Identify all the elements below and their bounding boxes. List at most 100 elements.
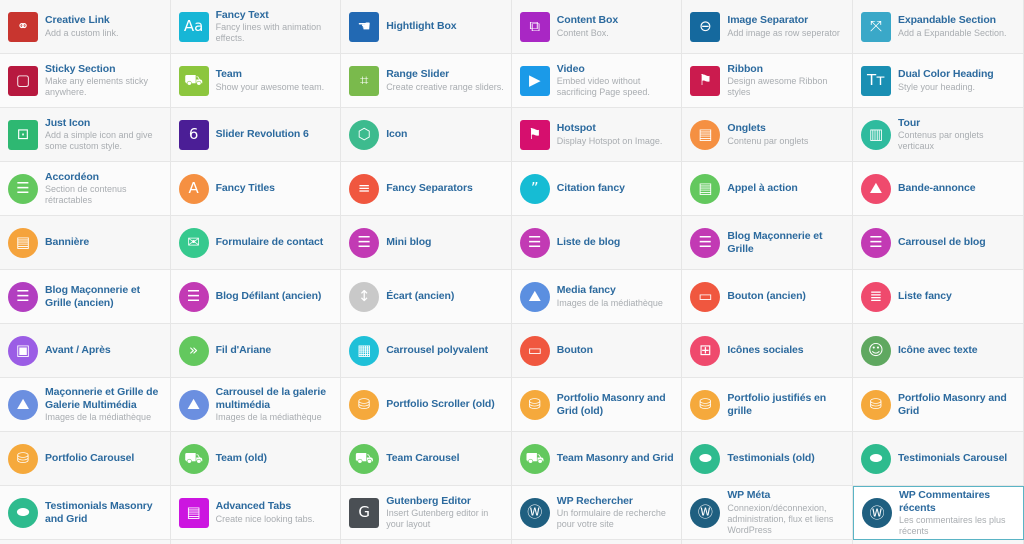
element-card-title: Portfolio Masonry and Grid (old) <box>556 392 666 417</box>
element-card[interactable]: ⛰ Bande-annonce <box>852 162 1024 216</box>
element-card[interactable]: ⛁ Portfolio Scroller (old) <box>341 378 512 432</box>
element-card[interactable]: ” Citation fancy <box>511 162 683 216</box>
element-card[interactable]: ≡ Fancy Separators <box>341 162 512 216</box>
element-card-text: Testimonials Masonry and Grid <box>45 500 164 525</box>
element-card-title: Blog Défilant (ancien) <box>215 290 322 303</box>
element-card[interactable]: Tᴛ Dual Color Heading Style your heading. <box>852 54 1024 108</box>
element-card[interactable]: ▤ Bannière <box>0 216 171 270</box>
element-card-text: Bande-annonce <box>898 182 976 194</box>
element-card[interactable]: ☺ Icône avec texte <box>852 324 1024 378</box>
element-card-title: Slider Revolution 6 <box>215 128 309 141</box>
element-card-title: Sticky Section <box>45 62 116 75</box>
element-card-title: Ribbon <box>727 62 763 75</box>
element-card[interactable]: ⛟ Team Masonry and Grid <box>511 432 683 486</box>
element-card[interactable]: A Fancy Titles <box>170 162 342 216</box>
element-card[interactable]: ⛁ Portfolio Masonry and Grid (old) <box>511 378 683 432</box>
element-card[interactable]: ⊖ Image Separator Add image as row seperat… <box>682 0 853 54</box>
element-card-text: Portfolio Masonry and Grid <box>898 392 1017 417</box>
element-card[interactable]: ☰ Mini blog <box>341 216 512 270</box>
element-card[interactable]: ▤ Advanced Tabs Create nice looking tabs. <box>170 486 342 540</box>
element-card[interactable]: ↕ Écart (ancien) <box>341 270 512 324</box>
element-card[interactable]: 6 Slider Revolution 6 <box>170 108 342 162</box>
element-card[interactable]: ≣ Liste fancy <box>852 270 1024 324</box>
element-card[interactable]: ▶ Video Embed video without sacrificing Pa… <box>511 54 683 108</box>
element-card[interactable]: ▤ Appel à action <box>682 162 853 216</box>
element-card[interactable]: ☚ Hightlight Box <box>341 0 512 54</box>
element-card[interactable]: ▥ Tour Contenus par onglets verticaux <box>852 108 1024 162</box>
element-card[interactable]: ⬡ Icon <box>341 108 512 162</box>
element-card[interactable]: ⛰ Carrousel de la galerie multimédia Image… <box>170 378 342 432</box>
element-card-text: Content Box Content Box. <box>557 14 618 38</box>
element-card[interactable]: Ⓦ WP Rechercher Un formulaire de recherche… <box>511 486 683 540</box>
element-card[interactable]: ▣ Avant / Après <box>0 324 171 378</box>
element-card[interactable]: ⧉ Content Box Content Box. <box>511 0 683 54</box>
ecart-ancien-icon: ↕ <box>349 281 380 312</box>
element-card[interactable]: ⊞ Icônes sociales <box>682 324 853 378</box>
element-card[interactable]: ☰ Blog Défilant (ancien) <box>170 270 342 324</box>
element-card[interactable]: ☰ Blog Maçonnerie et Grille (ancien) <box>0 270 171 324</box>
element-card[interactable]: Ⓦ WP Méta Connexion/déconnexion, administr… <box>682 486 853 540</box>
element-card-text: Ribbon Design awesome Ribbon styles <box>727 63 846 98</box>
element-card-text: Team Carousel <box>386 452 459 464</box>
element-card[interactable]: ▭ Bouton (ancien) <box>682 270 853 324</box>
element-card-subtitle: Contenu par onglets <box>727 135 809 146</box>
element-card[interactable]: ✉ Formulaire de contact <box>170 216 342 270</box>
element-card[interactable]: ▢ Sticky Section Make any elements sticky … <box>0 54 171 108</box>
element-card[interactable]: ⬬ Testimonials Carousel <box>852 432 1024 486</box>
element-card-subtitle: Create creative range sliders. <box>386 81 504 92</box>
advanced-tabs-icon: ▤ <box>178 497 209 528</box>
element-card[interactable]: ⬬ Testimonials Masonry and Grid <box>0 486 171 540</box>
element-card[interactable]: ☰ Liste de blog <box>511 216 683 270</box>
element-card-title: Accordéon <box>45 170 99 183</box>
element-card[interactable]: ⓌWP Custom Menu <box>341 540 512 544</box>
element-card-text: Carrousel de la galerie multimédia Images… <box>216 386 335 423</box>
element-card[interactable]: ⊡ Just Icon Add a simple icon and give som… <box>0 108 171 162</box>
element-card[interactable]: ⬬ Testimonials (old) <box>682 432 853 486</box>
element-card-title: Fancy Separators <box>386 182 473 195</box>
icone-avec-texte-icon: ☺ <box>860 335 891 366</box>
element-card[interactable]: ⌗ Range Slider Create creative range slide… <box>341 54 512 108</box>
blog-maconnerie-grille-icon: ☰ <box>690 227 721 258</box>
element-card[interactable]: Ⓦ WP Commentaires récents Les commentaires… <box>852 486 1024 540</box>
element-card-text: WP Commentaires récents Les commentaires … <box>899 489 1017 537</box>
element-card[interactable]: ▦ Carrousel polyvalent <box>341 324 512 378</box>
element-card[interactable]: ⛁ Portfolio Masonry and Grid <box>852 378 1024 432</box>
element-card[interactable]: ▭ Bouton <box>511 324 683 378</box>
carrousel-polyvalent-icon: ▦ <box>349 335 380 366</box>
element-card-text: Creative Link Add a custom link. <box>45 14 119 38</box>
gutenberg-editor-icon: G <box>349 497 380 528</box>
element-card[interactable]: ⚑ Hotspot Display Hotspot on Image. <box>511 108 683 162</box>
element-card[interactable]: ☰ Carrousel de blog <box>852 216 1024 270</box>
element-card[interactable]: ⚑ Ribbon Design awesome Ribbon styles <box>682 54 853 108</box>
element-card[interactable]: ☰ Accordéon Section de contenus rétractabl… <box>0 162 171 216</box>
element-card[interactable]: Aa Fancy Text Fancy lines with animation e… <box>170 0 342 54</box>
image-separator-icon: ⊖ <box>690 11 721 42</box>
carrousel-galerie-icon: ⛰ <box>178 389 209 420</box>
element-card-title: Tour <box>897 116 921 129</box>
element-card[interactable]: ⛰ Media fancy Images de la médiathèque <box>511 270 683 324</box>
element-card[interactable]: ⤧ Expandable Section Add a Expandable Sect… <box>852 0 1024 54</box>
element-card[interactable]: ⛰ Maçonnerie et Grille de Galerie Multimé… <box>0 378 171 432</box>
element-card[interactable]: ☰ Blog Maçonnerie et Grille <box>682 216 853 270</box>
bouton-ancien-icon: ▭ <box>690 281 721 312</box>
appel-action-icon: ▤ <box>690 173 721 204</box>
element-card[interactable]: ▤ Onglets Contenu par onglets <box>682 108 853 162</box>
element-card[interactable]: ⚭ Creative Link Add a custom link. <box>0 0 171 54</box>
element-card[interactable]: ⛟ Team Show your awesome team. <box>170 54 342 108</box>
element-card[interactable]: ⛁ Portfolio Carousel <box>0 432 171 486</box>
element-card <box>852 540 1024 544</box>
element-card-subtitle: Fancy lines with animation effects. <box>215 22 322 44</box>
element-card-title: Hightlight Box <box>386 20 457 33</box>
element-card-subtitle: Add a custom link. <box>45 27 119 38</box>
element-card-text: Testimonials Carousel <box>898 452 1007 464</box>
expandable-section-icon: ⤧ <box>860 11 891 42</box>
element-card-title: Carrousel de la galerie multimédia <box>215 386 326 411</box>
element-card-title: Expandable Section <box>897 14 996 27</box>
element-card-title: Testimonials Carousel <box>897 452 1008 465</box>
element-card[interactable]: » Fil d'Ariane <box>170 324 342 378</box>
element-card[interactable]: G Gutenberg Editor Insert Gutenberg editor… <box>341 486 512 540</box>
element-card[interactable]: ⛁ Portfolio justifiés en grille <box>682 378 853 432</box>
element-card[interactable]: ⛟ Team (old) <box>170 432 342 486</box>
element-card[interactable]: ⛟ Team Carousel <box>341 432 512 486</box>
element-card-text: Liste de blog <box>557 236 621 248</box>
